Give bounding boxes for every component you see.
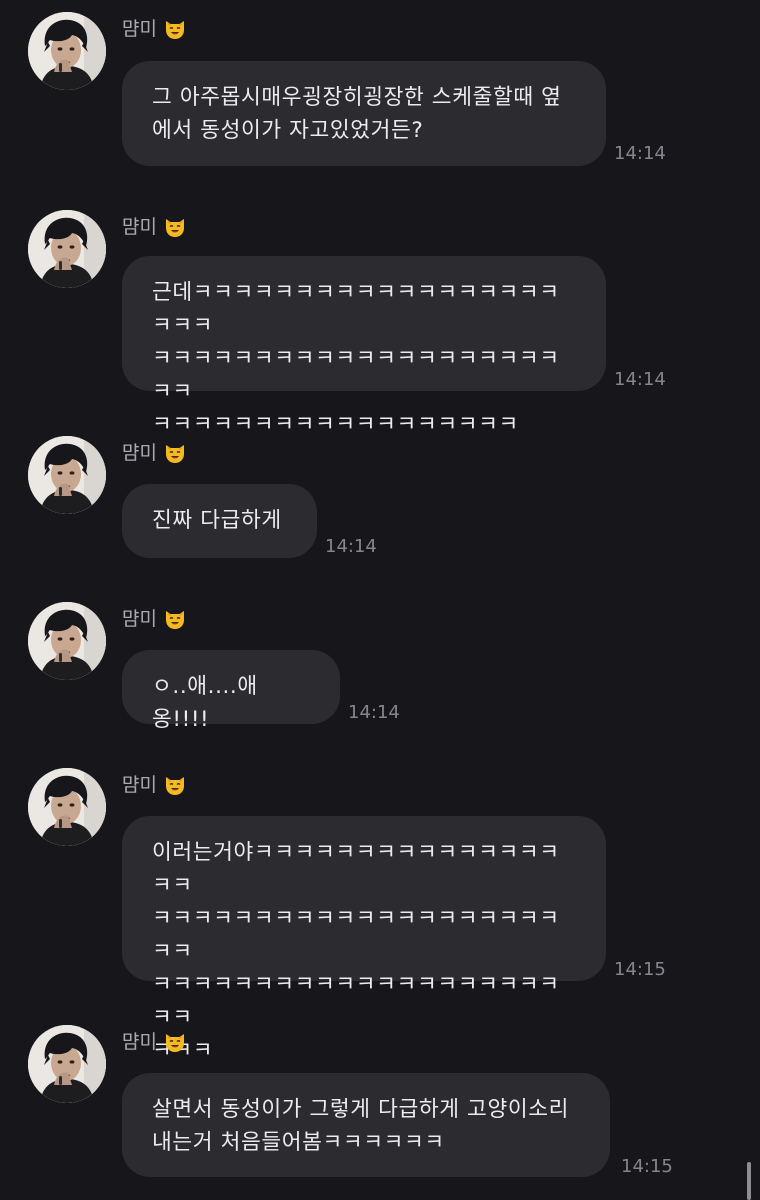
smiling-cat-face-icon [163,773,187,797]
smiling-cat-face-icon [163,17,187,41]
message-time: 14:14 [614,143,666,164]
smiling-cat-face-icon [163,215,187,239]
sender-label: 먐미 [122,216,157,238]
sender-name: 먐미 [122,607,187,631]
avatar[interactable] [28,210,106,288]
sender-name: 먐미 [122,17,187,41]
sender-label: 먐미 [122,608,157,630]
message-bubble[interactable]: ㅇ..애....애옹!!!! [122,650,340,732]
avatar[interactable] [28,1025,106,1103]
smiling-cat-face-icon [163,1030,187,1054]
avatar[interactable] [28,436,106,514]
sender-name: 먐미 [122,773,187,797]
sender-name: 먐미 [122,1030,187,1054]
avatar[interactable] [28,768,106,846]
chat-thread[interactable]: 먐미 그 아주몹시매우굉장히굉장한 스케줄할때 옆 에서 동성이가 자고있었거든… [0,0,760,1200]
message-time: 14:14 [348,702,400,723]
sender-label: 먐미 [122,774,157,796]
message-bubble[interactable]: 진짜 다급하게 [122,484,317,558]
message-time: 14:14 [325,536,377,557]
message-bubble[interactable]: 근데ㅋㅋㅋㅋㅋㅋㅋㅋㅋㅋㅋㅋㅋㅋㅋㅋㅋㅋㅋㅋㅋ ㅋㅋㅋㅋㅋㅋㅋㅋㅋㅋㅋㅋㅋㅋㅋㅋ… [122,256,606,437]
message-time: 14:14 [614,369,666,390]
message-time: 14:15 [621,1156,673,1177]
avatar[interactable] [28,12,106,90]
sender-label: 먐미 [122,18,157,40]
message-bubble[interactable]: 살면서 동성이가 그렇게 다급하게 고양이소리 내는거 처음들어봄ㅋㅋㅋㅋㅋㅋ [122,1073,610,1177]
message-bubble[interactable]: 이러는거야ㅋㅋㅋㅋㅋㅋㅋㅋㅋㅋㅋㅋㅋㅋㅋㅋㅋ ㅋㅋㅋㅋㅋㅋㅋㅋㅋㅋㅋㅋㅋㅋㅋㅋㅋ… [122,816,606,1063]
sender-name: 먐미 [122,441,187,465]
scrollbar[interactable] [747,1162,751,1200]
avatar[interactable] [28,602,106,680]
sender-label: 먐미 [122,442,157,464]
smiling-cat-face-icon [163,441,187,465]
sender-name: 먐미 [122,215,187,239]
sender-label: 먐미 [122,1031,157,1053]
smiling-cat-face-icon [163,607,187,631]
message-bubble[interactable]: 그 아주몹시매우굉장히굉장한 스케줄할때 옆 에서 동성이가 자고있었거든? [122,61,606,166]
message-time: 14:15 [614,959,666,980]
